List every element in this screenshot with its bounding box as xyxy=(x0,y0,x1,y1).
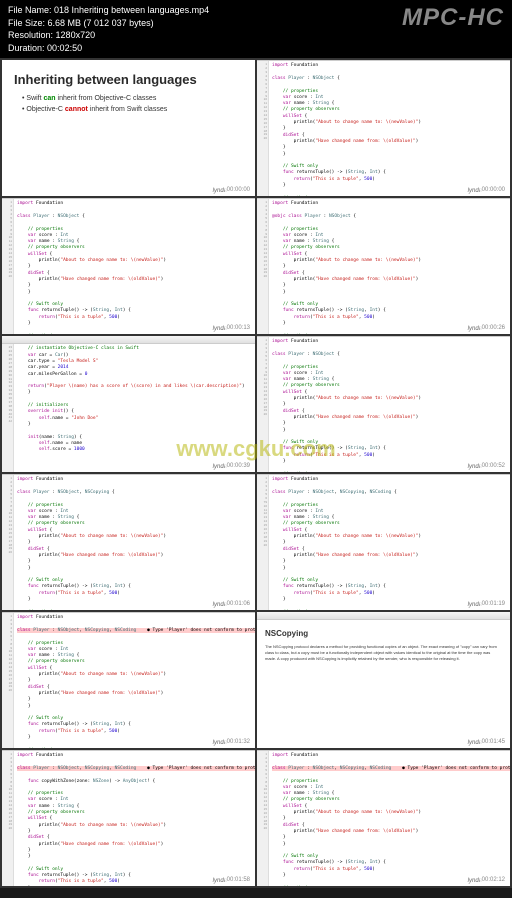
xcode-menubar xyxy=(257,612,510,620)
timestamp: 00:01:45 xyxy=(480,738,507,746)
thumbnail-code[interactable]: 1234567891011121314151617181920 import F… xyxy=(257,750,510,886)
thumbnail-code[interactable]: 1234567891011121314151617181920 import F… xyxy=(257,60,510,196)
line-gutter: 1234567891011121314151617181920 xyxy=(257,337,269,472)
thumbnail-code[interactable]: 123456791011121314151617181920 import Fo… xyxy=(257,474,510,610)
thumbnail-code[interactable]: 1234567891011121314151617181920 import F… xyxy=(257,198,510,334)
thumbnail-grid: Inheriting between languages • Swift can… xyxy=(0,58,512,888)
code-editor: import Foundation class Player : NSObjec… xyxy=(269,61,510,196)
timestamp: 00:00:13 xyxy=(225,324,252,332)
code-editor: import Foundation class Player : NSObjec… xyxy=(14,613,255,748)
thumbnail-code[interactable]: 1234567891011121314151617181920 import F… xyxy=(2,750,255,886)
line-gutter: 1234567891011121314151617181920 xyxy=(2,751,14,886)
timestamp: 00:00:00 xyxy=(480,186,507,194)
code-editor: import Foundation class Player : NSObjec… xyxy=(269,751,510,886)
timestamp: 00:01:06 xyxy=(225,600,252,608)
timestamp: 00:01:58 xyxy=(225,876,252,884)
line-gutter: 1234567891011121314151617181920 xyxy=(257,199,269,334)
thumbnail-slide[interactable]: Inheriting between languages • Swift can… xyxy=(2,60,255,196)
line-gutter: 1234567891011121314151617181920 xyxy=(257,61,269,196)
thumbnail-code[interactable]: 1234567891011121314151617181920 import F… xyxy=(2,612,255,748)
code-editor: import Foundation class Player : NSObjec… xyxy=(14,199,255,334)
xcode-menubar xyxy=(2,336,255,344)
doc-body: The NSCopying protocol declares a method… xyxy=(265,644,502,662)
file-info: File Name: 018 Inheriting between langua… xyxy=(8,4,209,54)
timestamp: 00:00:00 xyxy=(225,186,252,194)
thumbnail-code[interactable]: 1234567891011121314151617181920 import F… xyxy=(2,198,255,334)
line-gutter: 1234567891011121314151617181920 xyxy=(2,475,14,610)
thumbnail-code[interactable]: 2324252627282930313233343536373839404142… xyxy=(2,336,255,472)
timestamp: 00:00:26 xyxy=(480,324,507,332)
code-editor: import Foundation class Player : NSObjec… xyxy=(269,337,510,472)
media-info-header: File Name: 018 Inheriting between langua… xyxy=(0,0,512,58)
code-editor: // instantiate Objective-C class in Swif… xyxy=(14,344,255,472)
timestamp: 00:00:52 xyxy=(480,462,507,470)
timestamp: 00:01:19 xyxy=(480,600,507,608)
doc-title: NSCopying xyxy=(265,628,502,640)
code-editor: import Foundation class Player : NSObjec… xyxy=(14,475,255,610)
line-gutter: 1234567891011121314151617181920 xyxy=(2,613,14,748)
thumbnail-doc[interactable]: NSCopying The NSCopying protocol declare… xyxy=(257,612,510,748)
code-editor: import Foundation @objc class Player : N… xyxy=(269,199,510,334)
code-editor: import Foundation class Player : NSObjec… xyxy=(14,751,255,886)
line-gutter: 123456791011121314151617181920 xyxy=(257,475,269,610)
slide-title: Inheriting between languages xyxy=(14,72,243,87)
thumbnail-code[interactable]: 1234567891011121314151617181920 import F… xyxy=(257,336,510,472)
thumbnail-code[interactable]: 1234567891011121314151617181920 import F… xyxy=(2,474,255,610)
timestamp: 00:01:32 xyxy=(225,738,252,746)
app-name: MPC-HC xyxy=(402,4,504,32)
line-gutter: 2324252627282930313233343536373839404142 xyxy=(2,344,14,472)
timestamp: 00:02:12 xyxy=(480,876,507,884)
slide-bullet: • Swift can inherit from Objective-C cla… xyxy=(22,95,243,102)
line-gutter: 1234567891011121314151617181920 xyxy=(2,199,14,334)
timestamp: 00:00:39 xyxy=(225,462,252,470)
code-editor: import Foundation class Player : NSObjec… xyxy=(269,475,510,610)
slide-bullet: • Objective-C cannot inherit from Swift … xyxy=(22,106,243,113)
documentation-pane: NSCopying The NSCopying protocol declare… xyxy=(257,620,510,670)
line-gutter: 1234567891011121314151617181920 xyxy=(257,751,269,886)
